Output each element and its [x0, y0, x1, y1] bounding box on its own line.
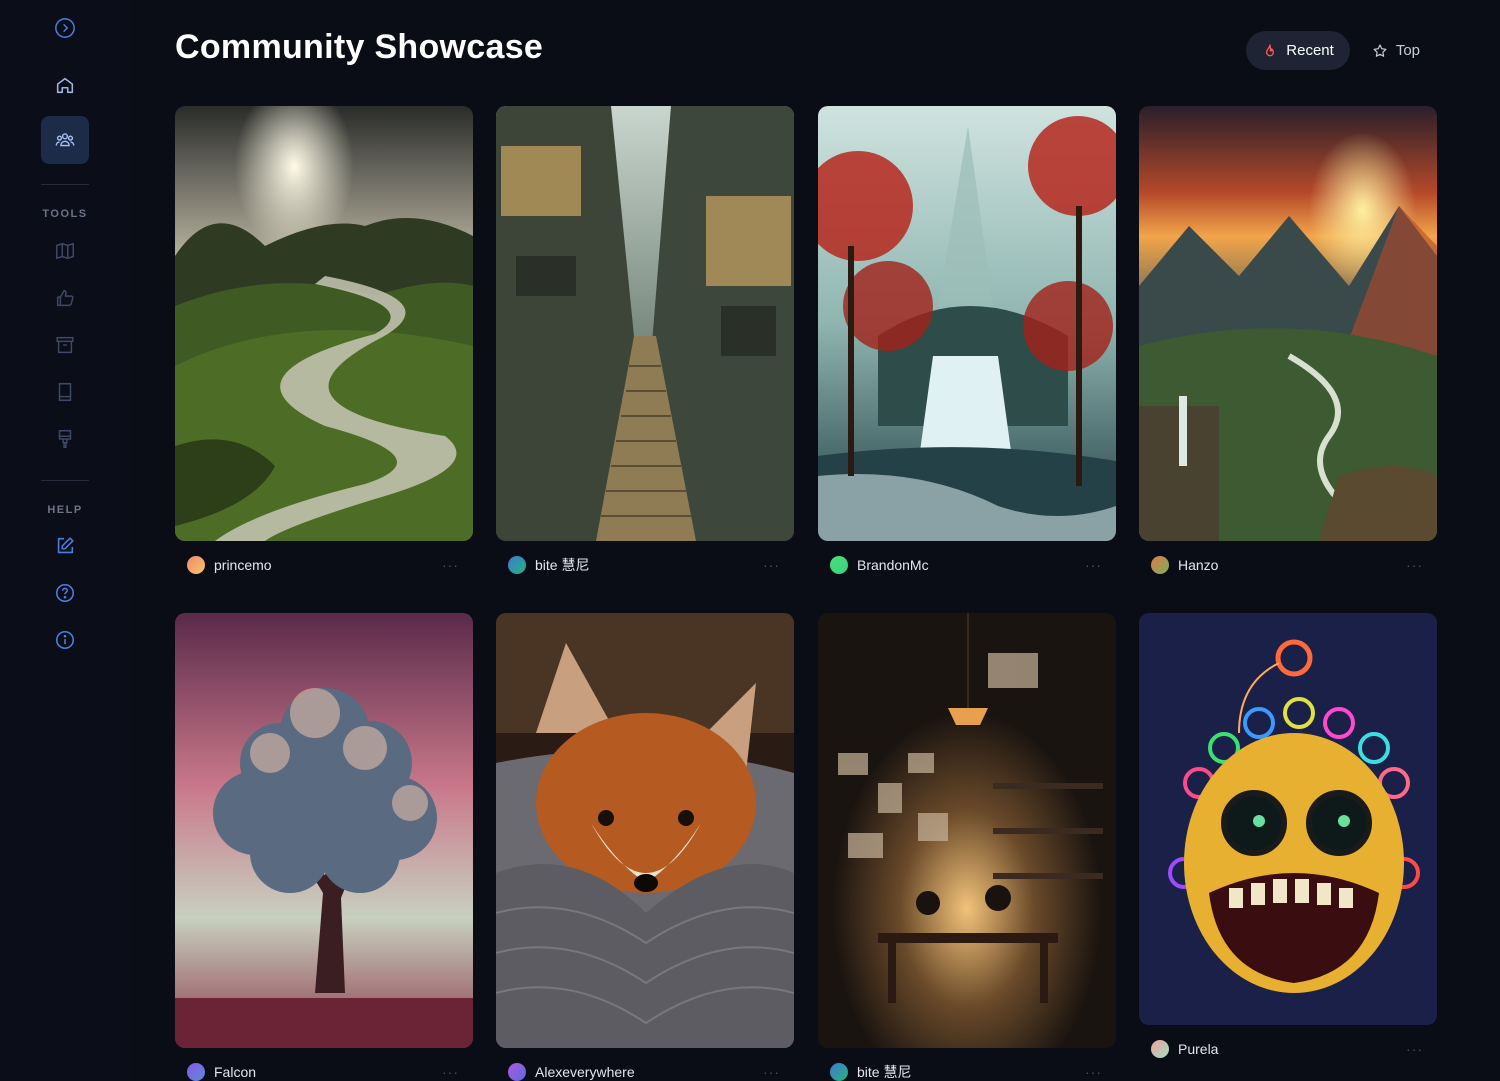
more-options-button[interactable]: ··· — [763, 557, 780, 573]
edit-icon — [57, 537, 74, 554]
cloud-tree-image[interactable] — [175, 613, 473, 1048]
more-options-button[interactable]: ··· — [1406, 557, 1423, 573]
expand-sidebar-button[interactable] — [41, 4, 89, 52]
author-name[interactable]: Purela — [1178, 1041, 1406, 1057]
fox-blanket-image[interactable] — [496, 613, 794, 1048]
sidebar-item-home[interactable] — [41, 61, 89, 109]
sidebar-tool-map[interactable] — [41, 227, 89, 275]
tab-recent-label: Recent — [1286, 42, 1334, 59]
archive-icon — [56, 336, 74, 354]
sort-tabs: Recent Top — [1246, 31, 1436, 70]
author-name[interactable]: bite 慧尼 — [535, 555, 763, 575]
info-icon — [55, 630, 75, 650]
sidebar-help-info[interactable] — [41, 616, 89, 664]
card-meta: princemo ··· — [175, 553, 473, 577]
tools-heading: TOOLS — [42, 208, 88, 220]
author-name[interactable]: Falcon — [214, 1064, 442, 1080]
sidebar-item-community[interactable] — [41, 116, 89, 164]
users-icon — [55, 133, 75, 147]
page-title: Community Showcase — [175, 28, 544, 66]
sidebar-divider — [41, 480, 89, 481]
neon-monster-image[interactable] — [1139, 613, 1437, 1025]
alley-staircase-image[interactable] — [496, 106, 794, 541]
sidebar-divider — [41, 184, 89, 185]
thumbs-up-icon — [56, 289, 74, 307]
avatar[interactable] — [187, 1063, 205, 1081]
gallery-card[interactable]: Falcon ··· — [175, 613, 473, 1081]
more-options-button[interactable]: ··· — [442, 557, 459, 573]
sidebar-tool-brush[interactable] — [41, 415, 89, 463]
more-options-button[interactable]: ··· — [1085, 1064, 1102, 1080]
tab-recent[interactable]: Recent — [1246, 31, 1350, 70]
avatar[interactable] — [1151, 556, 1169, 574]
more-options-button[interactable]: ··· — [1406, 1041, 1423, 1057]
waterfall-image[interactable] — [818, 106, 1116, 541]
gallery-card[interactable]: Hanzo ··· — [1139, 106, 1437, 577]
avatar[interactable] — [830, 556, 848, 574]
card-meta: bite 慧尼 ··· — [818, 1060, 1116, 1081]
help-circle-icon — [55, 583, 75, 603]
paintbrush-icon — [58, 430, 72, 448]
star-icon — [1373, 43, 1387, 57]
sidebar-help-feedback[interactable] — [41, 522, 89, 570]
reading-room-image[interactable] — [818, 613, 1116, 1048]
sidebar-tool-book[interactable] — [41, 368, 89, 416]
more-options-button[interactable]: ··· — [442, 1064, 459, 1080]
more-options-button[interactable]: ··· — [1085, 557, 1102, 573]
avatar[interactable] — [187, 556, 205, 574]
gallery-card[interactable]: Alexeverywhere ··· — [496, 613, 794, 1081]
flame-icon — [1266, 43, 1275, 56]
help-heading: HELP — [47, 504, 83, 516]
author-name[interactable]: Alexeverywhere — [535, 1064, 763, 1080]
home-icon — [56, 77, 74, 94]
card-meta: bite 慧尼 ··· — [496, 553, 794, 577]
tab-top-label: Top — [1395, 42, 1420, 59]
river-valley-image[interactable] — [175, 106, 473, 541]
avatar[interactable] — [508, 1063, 526, 1081]
more-options-button[interactable]: ··· — [763, 1064, 780, 1080]
app: TOOLS HELP Community Showcase Recent Top… — [0, 0, 1500, 1081]
gallery-card[interactable]: Purela ··· — [1139, 613, 1437, 1061]
sidebar-tool-like[interactable] — [41, 274, 89, 322]
chevron-right-circle-icon — [55, 18, 75, 38]
gallery-card[interactable]: princemo ··· — [175, 106, 473, 577]
book-icon — [58, 383, 72, 401]
sidebar-help-faq[interactable] — [41, 569, 89, 617]
card-meta: Falcon ··· — [175, 1060, 473, 1081]
author-name[interactable]: princemo — [214, 557, 442, 573]
gallery-card[interactable]: bite 慧尼 ··· — [818, 613, 1116, 1081]
tab-top[interactable]: Top — [1356, 31, 1436, 70]
gallery-card[interactable]: bite 慧尼 ··· — [496, 106, 794, 577]
mountain-sunset-image[interactable] — [1139, 106, 1437, 541]
card-meta: Hanzo ··· — [1139, 553, 1437, 577]
avatar[interactable] — [830, 1063, 848, 1081]
author-name[interactable]: bite 慧尼 — [857, 1062, 1085, 1081]
sidebar: TOOLS HELP — [0, 0, 130, 1081]
avatar[interactable] — [508, 556, 526, 574]
author-name[interactable]: Hanzo — [1178, 557, 1406, 573]
sidebar-tool-archive[interactable] — [41, 321, 89, 369]
card-meta: Purela ··· — [1139, 1037, 1437, 1061]
map-icon — [56, 242, 74, 260]
author-name[interactable]: BrandonMc — [857, 557, 1085, 573]
avatar[interactable] — [1151, 1040, 1169, 1058]
card-meta: BrandonMc ··· — [818, 553, 1116, 577]
gallery-card[interactable]: BrandonMc ··· — [818, 106, 1116, 577]
card-meta: Alexeverywhere ··· — [496, 1060, 794, 1081]
